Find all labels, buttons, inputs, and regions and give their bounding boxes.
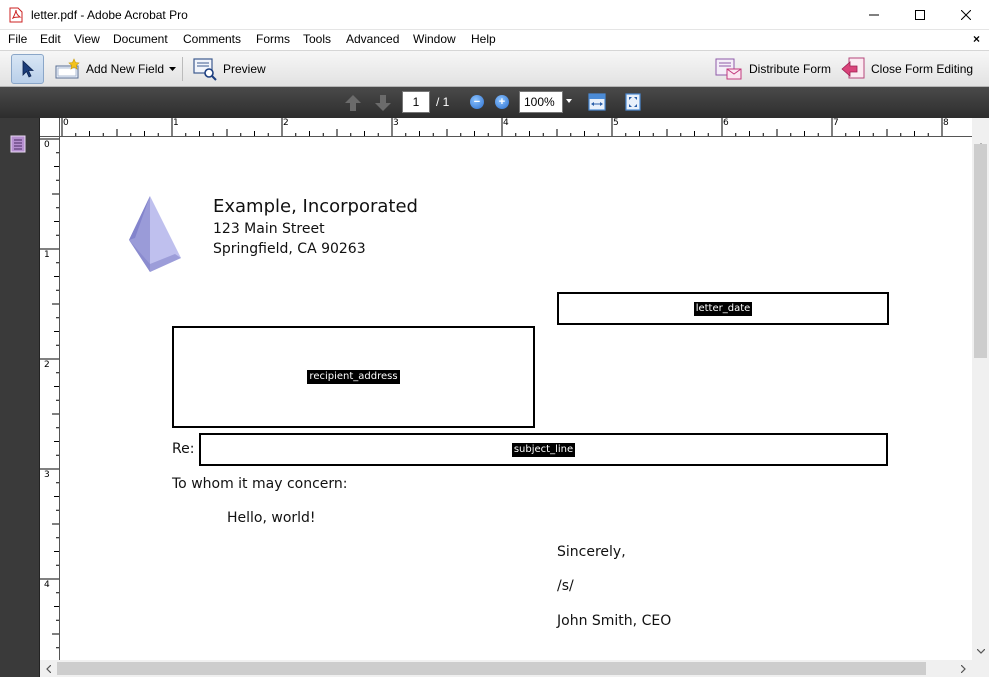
ruler-corner [40,118,60,137]
vertical-scroll-thumb[interactable] [974,144,987,358]
zoom-dropdown-icon[interactable] [566,99,572,103]
ruler-tick-5: 5 [613,118,619,128]
fit-width-icon[interactable] [587,92,607,112]
horizontal-scrollbar[interactable] [40,660,972,677]
scroll-down-button[interactable] [972,643,989,660]
add-field-icon [55,58,80,79]
ruler-tick-8: 8 [943,118,949,128]
horizontal-ruler: 0 1 2 3 4 5 6 7 8 [60,118,972,137]
menu-window[interactable]: Window [413,32,456,46]
close-document-button[interactable]: × [973,32,980,46]
arrow-pointer-icon [22,60,34,78]
vruler-tick-2: 2 [44,360,50,370]
distribute-form-button[interactable]: Distribute Form [714,55,831,83]
horizontal-scroll-thumb[interactable] [57,662,926,675]
vertical-scrollbar[interactable] [972,137,989,660]
menu-comments[interactable]: Comments [183,32,241,46]
minimize-button[interactable] [851,0,897,30]
ruler-tick-3: 3 [393,118,399,128]
fit-page-icon[interactable] [623,92,643,112]
ruler-tick-1: 1 [173,118,179,128]
menu-bar: File Edit View Document Comments Forms T… [0,30,989,50]
menu-forms[interactable]: Forms [256,32,290,46]
subject-line-field[interactable]: subject_line [199,433,888,466]
salutation-text: To whom it may concern: [172,476,348,492]
menu-advanced[interactable]: Advanced [346,32,399,46]
vruler-tick-0: 0 [44,140,50,150]
chevron-down-icon [976,649,985,654]
scroll-left-button[interactable] [40,660,57,677]
ruler-tick-4: 4 [503,118,509,128]
chevron-left-icon [46,664,51,673]
forms-toolbar: Add New Field Preview Distribute Form Cl… [0,50,989,87]
company-logo [129,196,181,272]
page-total: / 1 [436,95,450,109]
menu-view[interactable]: View [74,32,100,46]
subject-line-field-name: subject_line [511,442,576,457]
page-number-input[interactable]: 1 [402,91,430,113]
ruler-tick-7: 7 [833,118,839,128]
window-title: letter.pdf - Adobe Acrobat Pro [31,8,188,22]
company-name: Example, Incorporated [213,196,418,217]
select-tool-button[interactable] [11,54,44,84]
minimize-icon [869,14,879,16]
toolbar-divider [182,57,183,81]
menu-file[interactable]: File [8,32,27,46]
pdf-file-icon [9,7,23,23]
letter-date-field[interactable]: letter_date [557,292,889,325]
signer-text: John Smith, CEO [557,613,672,629]
navigation-pane [0,118,40,677]
letter-date-field-name: letter_date [693,301,753,316]
re-label: Re: [172,441,195,457]
close-button[interactable] [943,0,989,30]
close-form-editing-icon [841,57,865,79]
distribute-form-icon [715,58,742,80]
preview-icon [193,58,217,81]
scroll-right-button[interactable] [955,660,972,677]
distribute-form-label: Distribute Form [749,62,832,76]
menu-tools[interactable]: Tools [303,32,331,46]
chevron-down-icon [169,66,177,71]
ruler-tick-2: 2 [283,118,289,128]
signature-text: /s/ [557,578,574,594]
add-new-field-label: Add New Field [86,62,165,76]
menu-document[interactable]: Document [113,32,168,46]
zoom-in-button[interactable]: + [495,95,509,109]
recipient-address-field-name: recipient_address [307,370,400,384]
fields-panel-icon[interactable] [10,135,26,153]
previous-page-icon[interactable] [343,93,363,113]
vertical-ruler-ticks [40,138,59,649]
ruler-tick-0: 0 [63,118,69,128]
vruler-tick-3: 3 [44,470,50,480]
vruler-tick-4: 4 [44,580,50,590]
zoom-level-input[interactable]: 100% [519,91,563,113]
scrollbar-corner [972,660,989,677]
maximize-icon [915,10,925,20]
zoom-out-button[interactable]: − [470,95,484,109]
close-form-editing-button[interactable]: Close Form Editing [840,55,973,83]
add-new-field-button[interactable]: Add New Field [55,55,177,83]
close-form-editing-label: Close Form Editing [871,62,974,76]
address-line-1: 123 Main Street [213,221,325,237]
closing-text: Sincerely, [557,544,626,560]
recipient-address-field[interactable]: recipient_address [172,326,535,428]
title-bar: letter.pdf - Adobe Acrobat Pro [0,0,989,30]
next-page-icon[interactable] [373,93,393,113]
body-text: Hello, world! [227,510,316,526]
menu-edit[interactable]: Edit [40,32,61,46]
chevron-right-icon [961,664,966,673]
menu-help[interactable]: Help [471,32,496,46]
document-page: Example, Incorporated 123 Main Street Sp… [60,137,972,660]
maximize-button[interactable] [897,0,943,30]
close-icon [961,10,971,20]
vruler-tick-1: 1 [44,250,50,260]
vertical-ruler: 0 1 2 3 4 [40,137,60,660]
preview-button[interactable]: Preview [192,55,266,83]
ruler-tick-6: 6 [723,118,729,128]
address-line-2: Springfield, CA 90263 [213,241,366,257]
preview-label: Preview [223,62,266,76]
